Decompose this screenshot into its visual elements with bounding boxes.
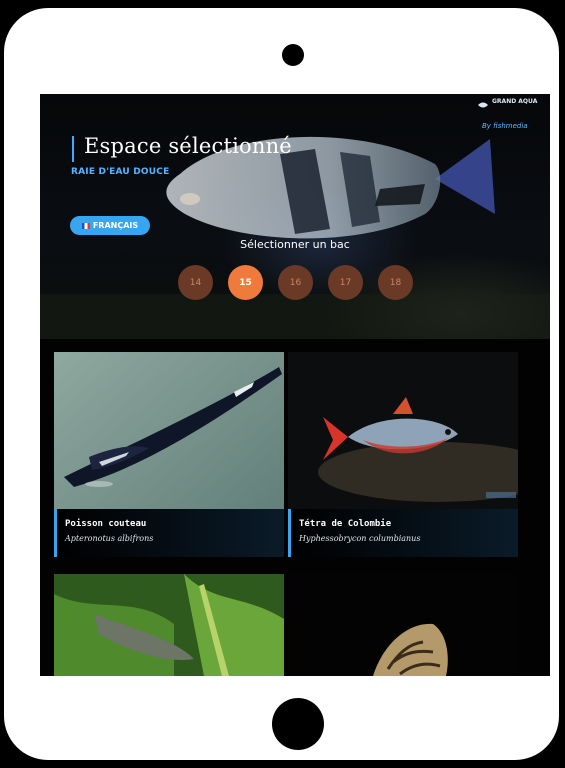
species-card-tetra[interactable]: Tétra de Colombie Hyphessobrycon columbi… xyxy=(288,352,518,557)
tablet-frame: Espace sélectionné RAIE D'EAU DOUCE GRAN… xyxy=(4,8,559,760)
species-name: Poisson couteau xyxy=(65,519,147,529)
stingray-image xyxy=(288,574,518,676)
tank-button-15[interactable]: 15 xyxy=(228,265,263,300)
title-accent-bar xyxy=(72,136,74,162)
logo-top-text: GRAND AQUA xyxy=(492,98,538,105)
species-scientific-name: Hyphessobrycon columbianus xyxy=(299,534,421,543)
page-subtitle: RAIE D'EAU DOUCE xyxy=(71,167,170,177)
aquarium-logo-icon xyxy=(478,102,488,108)
french-flag-icon xyxy=(81,222,90,229)
species-card-fourth[interactable] xyxy=(288,574,518,676)
species-scientific-name: Apteronotus albifrons xyxy=(65,534,154,543)
tank-button-18[interactable]: 18 xyxy=(378,265,413,300)
logo-bottom-text: By fishmedia xyxy=(482,122,528,130)
page-title: Espace sélectionné xyxy=(84,134,292,158)
camera-dot xyxy=(282,44,304,66)
species-card-knifefish[interactable]: Poisson couteau Apteronotus albifrons xyxy=(54,352,284,557)
species-name: Tétra de Colombie xyxy=(299,519,392,529)
species-caption: Tétra de Colombie Hyphessobrycon columbi… xyxy=(288,509,518,557)
app-screen: Espace sélectionné RAIE D'EAU DOUCE GRAN… xyxy=(40,94,550,676)
home-button[interactable] xyxy=(272,698,324,750)
tank-selector: 14 15 16 17 18 xyxy=(178,265,413,300)
language-button[interactable]: FRANÇAIS xyxy=(70,216,150,235)
species-card-third[interactable] xyxy=(54,574,284,676)
language-label: FRANÇAIS xyxy=(92,221,139,230)
tank-button-17[interactable]: 17 xyxy=(328,265,363,300)
tank-button-14[interactable]: 14 xyxy=(178,265,213,300)
hero-banner: Espace sélectionné RAIE D'EAU DOUCE GRAN… xyxy=(40,94,550,339)
tank-selector-label: Sélectionner un bac xyxy=(240,238,350,251)
tank-button-16[interactable]: 16 xyxy=(278,265,313,300)
species-caption: Poisson couteau Apteronotus albifrons xyxy=(54,509,284,557)
plant-fish-image xyxy=(54,574,284,676)
